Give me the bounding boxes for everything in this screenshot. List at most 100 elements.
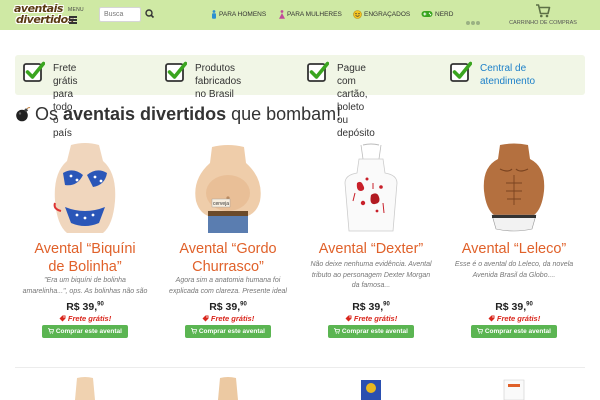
- title-bold: aventais divertidos: [63, 104, 227, 124]
- product-image-preview[interactable]: [494, 376, 534, 400]
- product-name-line-1: Avental “Gordo: [179, 241, 277, 257]
- buy-button-label: Comprar este avental: [55, 328, 122, 335]
- product-name-link[interactable]: Avental “Leleco”: [444, 240, 584, 258]
- benefit-line-1: Pague com cartão,: [337, 63, 368, 100]
- free-shipping-badge: Frete grátis!: [158, 314, 298, 323]
- free-shipping-badge: Frete grátis!: [444, 314, 584, 323]
- nav-engracados[interactable]: Engraçados: [353, 10, 410, 20]
- product-name-link[interactable]: Avental “Dexter”: [301, 240, 441, 258]
- nav-para-homens[interactable]: Para Homens: [211, 10, 266, 20]
- product-name-link[interactable]: Avental “Biquíni de Bolinha”: [15, 240, 155, 276]
- buy-button[interactable]: Comprar este avental: [471, 325, 557, 338]
- price-cents: 90: [97, 301, 104, 308]
- product-image-gordo-churrasco[interactable]: cerveja: [184, 143, 272, 233]
- product-name-line-1: Avental “Leleco”: [461, 241, 567, 257]
- nav-label: Para Mulheres: [287, 11, 342, 19]
- benefit-line-2: no Brasil: [195, 89, 234, 100]
- price-cents: 90: [526, 301, 533, 308]
- product-description: Não deixe nenhuma evidência. Avental tri…: [310, 261, 432, 289]
- price-main: R$ 39,: [352, 301, 384, 313]
- product-name-line-2: Churrasco”: [192, 259, 264, 275]
- benefit-line-1: Central de: [480, 63, 527, 74]
- benefit-line-2: atendimento: [480, 76, 536, 87]
- image-label-cerveja: cerveja: [213, 201, 229, 207]
- product-image-preview[interactable]: [65, 376, 105, 400]
- hamburger-icon: [69, 16, 77, 24]
- product-card: Avental “Dexter” Não deixe nenhuma evidê…: [301, 143, 441, 343]
- product-image-preview[interactable]: [208, 376, 248, 400]
- buy-button[interactable]: Comprar este avental: [328, 325, 414, 338]
- benefit-line-1: Produtos fabricados: [195, 63, 242, 87]
- product-card: Avental “Leleco” Esse é o avental do Lel…: [444, 143, 584, 343]
- product-description: "Era um biquíni de bolinha amarelinha...…: [22, 277, 148, 295]
- product-card: cerveja Avental “Gordo Churrasco” Agora …: [158, 143, 298, 343]
- more-options-button[interactable]: [466, 12, 482, 25]
- site-header: aventais divertidos Menu Para Homens Par…: [0, 0, 600, 30]
- product-description: Agora sim a anatomia humana foi explicad…: [169, 277, 287, 295]
- nav-label: Nerd: [435, 11, 454, 18]
- shopping-cart-icon: [191, 328, 198, 334]
- free-shipping-badge: Frete grátis!: [301, 314, 441, 323]
- buy-button-label: Comprar este avental: [341, 328, 408, 335]
- buy-button-label: Comprar este avental: [484, 328, 551, 335]
- product-name-link[interactable]: Avental “Gordo Churrasco”: [158, 240, 298, 276]
- checkmark-icon: [165, 61, 187, 82]
- product-description: Esse é o avental do Leleco, da novela Av…: [454, 261, 574, 279]
- shipping-label: Frete grátis!: [496, 314, 541, 323]
- product-image-dexter[interactable]: [327, 143, 415, 233]
- shopping-cart-icon: [536, 4, 551, 18]
- product-image-leleco[interactable]: [470, 143, 558, 233]
- product-price: R$ 39,90: [301, 301, 441, 313]
- shipping-label: Frete grátis!: [67, 314, 112, 323]
- price-main: R$ 39,: [66, 301, 98, 313]
- price-cents: 90: [240, 301, 247, 308]
- tag-icon: [345, 315, 352, 322]
- product-price: R$ 39,90: [444, 301, 584, 313]
- section-title: Os aventais divertidos que bombam!: [15, 103, 341, 125]
- product-price: R$ 39,90: [158, 301, 298, 313]
- benefits-bar: Frete grátis para todo o país Produtos f…: [15, 55, 585, 139]
- product-price: R$ 39,90: [15, 301, 155, 313]
- buy-button-label: Comprar este avental: [198, 328, 265, 335]
- search-input[interactable]: [99, 7, 141, 22]
- benefit-line-1: Frete grátis para: [53, 63, 78, 100]
- shopping-cart-icon: [48, 328, 55, 334]
- smiley-icon: [353, 10, 362, 19]
- title-suffix: que bombam!: [226, 104, 342, 124]
- buy-button[interactable]: Comprar este avental: [185, 325, 271, 338]
- search-icon: [145, 9, 155, 19]
- tag-icon: [202, 315, 209, 322]
- site-logo[interactable]: aventais divertidos: [14, 3, 74, 27]
- product-name-line-2: de Bolinha”: [48, 259, 122, 275]
- shipping-label: Frete grátis!: [353, 314, 398, 323]
- cart-button[interactable]: Carrinho de compras: [506, 2, 580, 28]
- product-image-biquini[interactable]: [41, 143, 129, 233]
- benefit-line-2: boleto ou depósito: [337, 102, 375, 139]
- buy-button[interactable]: Comprar este avental: [42, 325, 128, 338]
- price-main: R$ 39,: [495, 301, 527, 313]
- shipping-label: Frete grátis!: [210, 314, 255, 323]
- nav-nerd[interactable]: Nerd: [421, 10, 453, 20]
- checkmark-icon: [307, 61, 329, 82]
- checkmark-icon: [23, 61, 45, 82]
- product-name-line-1: Avental “Biquíni: [34, 241, 136, 257]
- tag-icon: [488, 315, 495, 322]
- product-image-preview[interactable]: [351, 376, 391, 400]
- cart-label: Carrinho de compras: [509, 20, 577, 26]
- bomb-icon: [16, 107, 31, 122]
- title-prefix: Os: [35, 104, 64, 124]
- checkmark-icon: [450, 61, 472, 82]
- price-main: R$ 39,: [209, 301, 241, 313]
- shopping-cart-icon: [477, 328, 484, 334]
- price-cents: 90: [383, 301, 390, 308]
- nav-para-mulheres[interactable]: Para Mulheres: [279, 10, 342, 20]
- gamepad-icon: [421, 11, 433, 18]
- row-divider: [15, 367, 585, 368]
- shopping-cart-icon: [334, 328, 341, 334]
- menu-button[interactable]: Menu: [68, 7, 90, 27]
- central-atendimento-link[interactable]: Central de atendimento: [480, 62, 535, 88]
- search-button[interactable]: [143, 6, 157, 22]
- nav-label: Para Homens: [219, 11, 267, 19]
- male-icon: [212, 10, 216, 19]
- female-icon: [279, 10, 285, 19]
